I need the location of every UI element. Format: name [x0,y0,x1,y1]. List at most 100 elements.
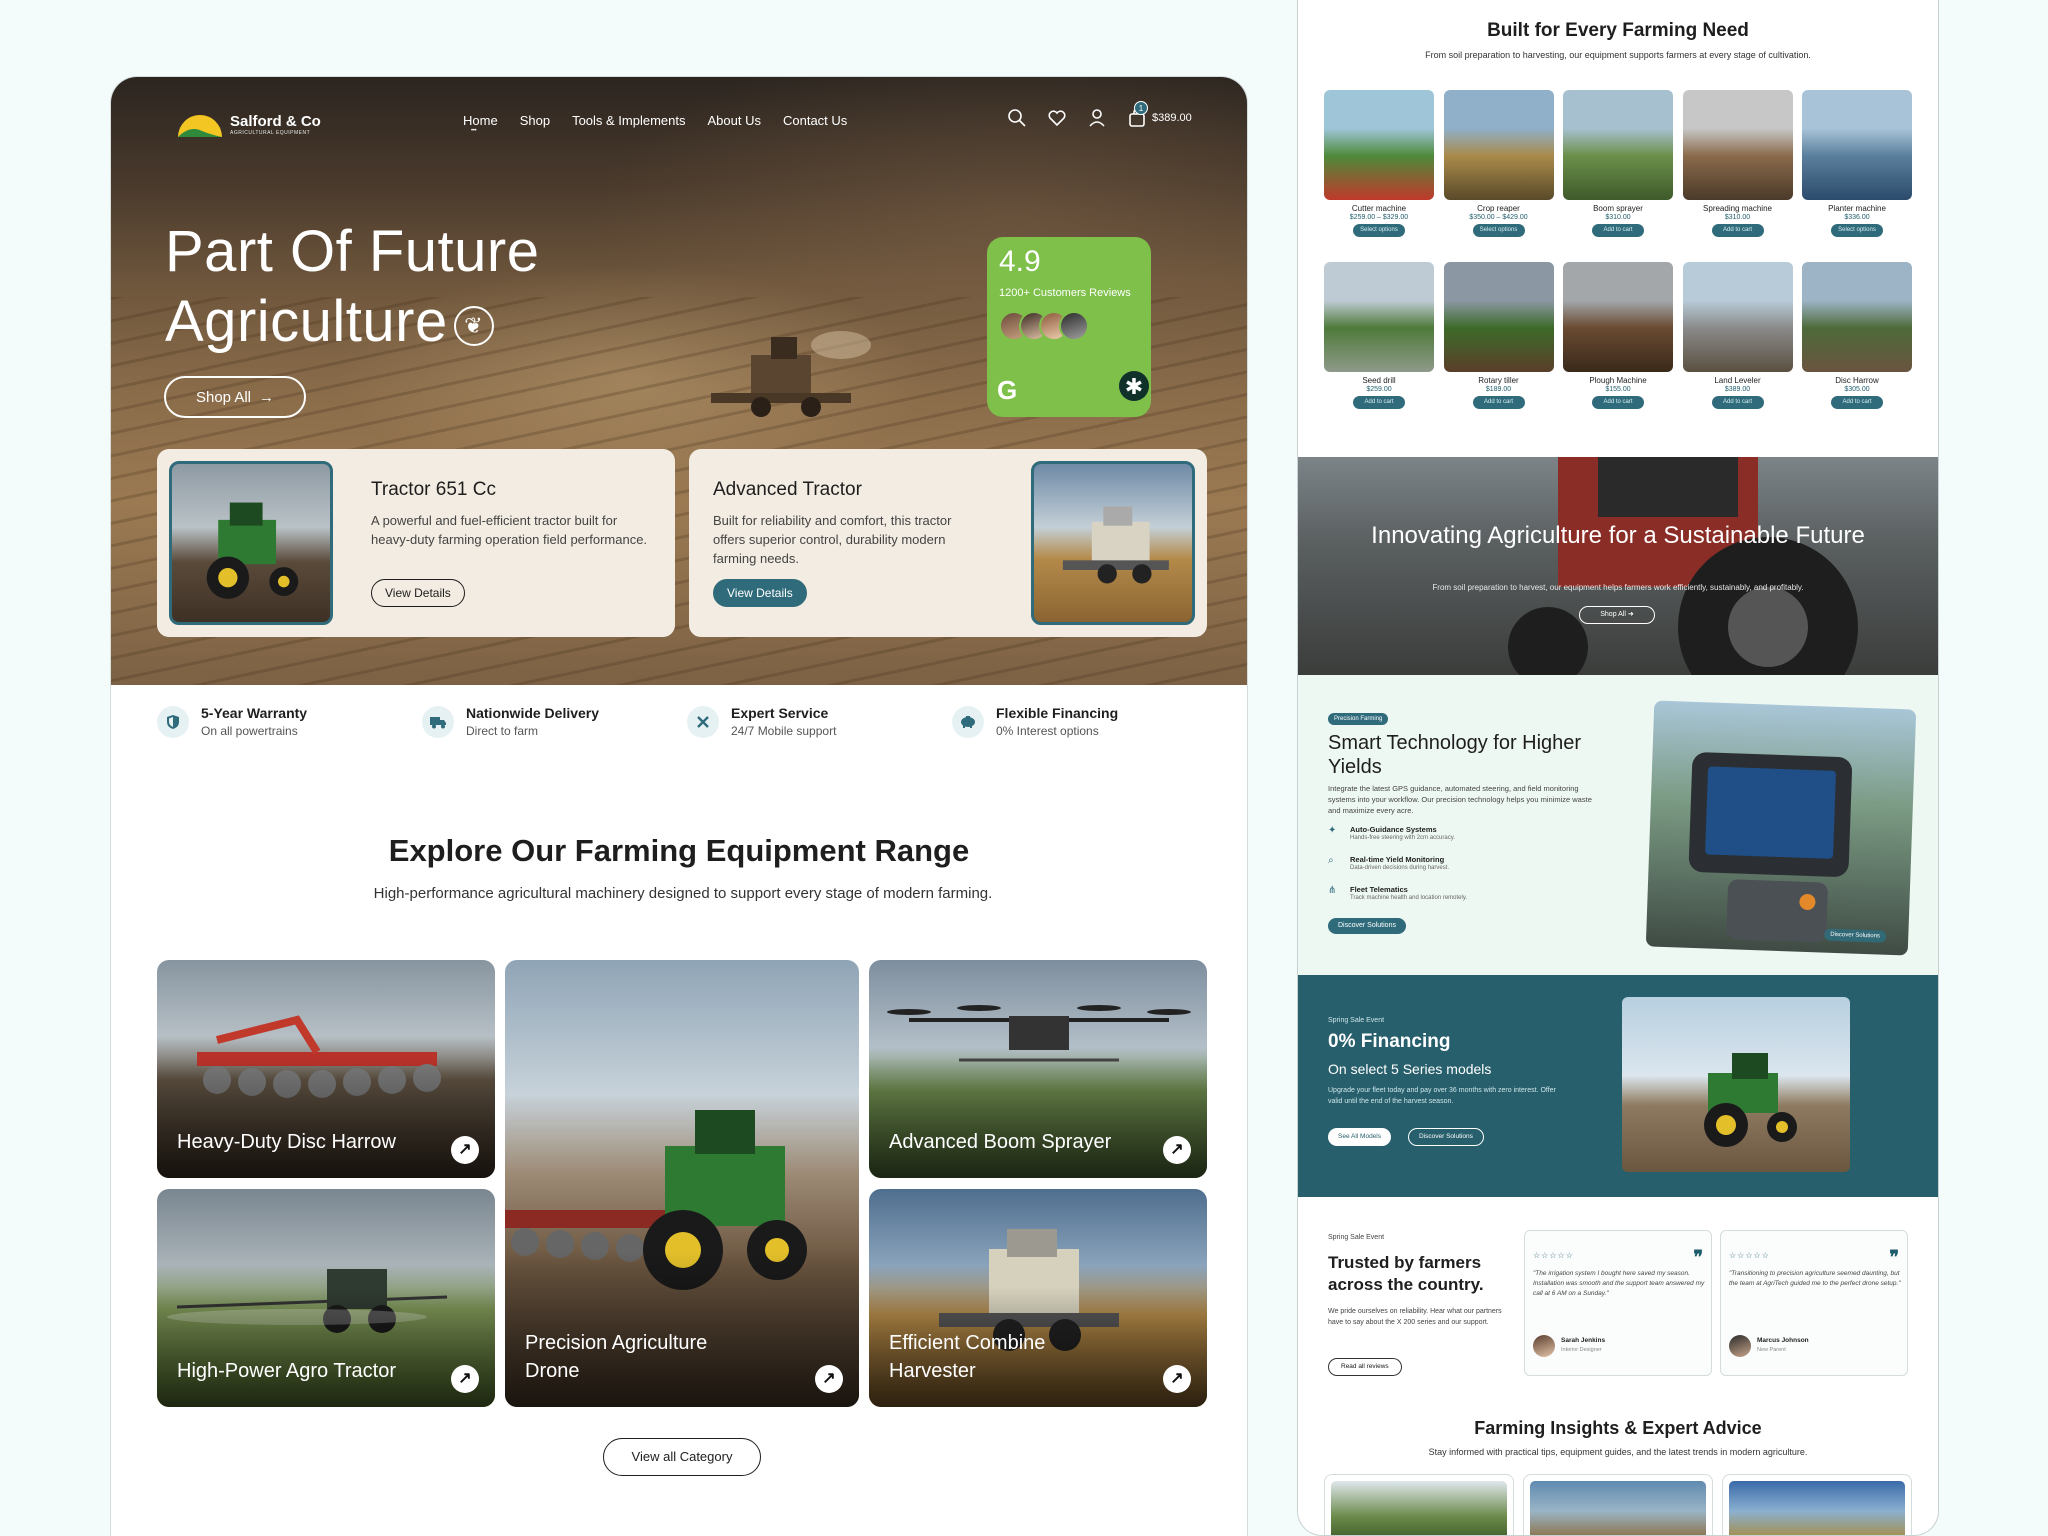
tools-icon [687,705,719,738]
product-action-button[interactable]: Select options [1831,224,1883,237]
product-tile[interactable]: Rotary tiller $189.00 Add to cart [1443,262,1554,409]
hero-title-line1: Part Of Future [165,219,540,284]
review-card: ☆☆☆☆☆ ❞ "Transitioning to precision agri… [1720,1230,1908,1376]
product-tile[interactable]: Crop reaper $350.00 – $429.00 Select optio… [1443,90,1554,237]
category-card-drone[interactable]: Precision Agriculture Drone ↗ [505,960,859,1407]
user-icon[interactable] [1086,107,1108,129]
reviewer-role: New Parent [1757,1347,1786,1353]
blog-card[interactable] [1722,1474,1912,1535]
product-action-button[interactable]: Add to cart [1592,396,1644,409]
see-all-models-button[interactable]: See All Models [1328,1128,1391,1146]
harvester-image [1031,461,1195,625]
arrow-circle-icon: ➜ [1627,611,1634,618]
product-action-button[interactable]: Add to cart [1472,396,1525,409]
product-title: Tractor 651 Cc [371,479,496,500]
tech-feature-title: Real-time Yield Monitoring [1350,855,1445,864]
product-price: $350.00 – $429.00 [1469,214,1528,221]
search-icon[interactable] [1006,107,1028,129]
tech-feature-telematics: ⋔ Fleet Telematics Track machine health a… [1328,885,1467,901]
feature-service: Expert Service 24/7 Mobile support [687,705,836,738]
category-label: Heavy-Duty Disc Harrow [177,1131,396,1153]
product-tile[interactable]: Disc Harrow $305.00 Add to cart [1802,262,1912,409]
insights-subtitle: Stay informed with practical tips, equip… [1428,1447,1808,1457]
product-tile[interactable]: Plough Machine $155.00 Add to cart [1563,262,1673,409]
product-tile[interactable]: Cutter machine $259.00 – $329.00 Select op… [1324,90,1434,237]
product-tile[interactable]: Planter machine $336.00 Select options [1802,90,1912,237]
arrow-up-right-icon[interactable]: ↗ [451,1365,479,1393]
category-label: Advanced Boom Sprayer [889,1131,1112,1153]
range-subtitle: High-performance agricultural machinery … [373,885,993,902]
nav-tools-implements[interactable]: Tools & Implements [572,113,685,128]
product-action-button[interactable]: Add to cart [1831,396,1883,409]
range-title: Explore Our Farming Equipment Range [388,833,970,868]
category-card-disc-harrow[interactable]: Heavy-Duty Disc Harrow ↗ [157,960,495,1178]
product-name: Rotary tiller [1478,376,1519,385]
cart-button[interactable]: 1 $389.00 [1126,101,1192,129]
product-action-button[interactable]: Add to cart [1592,224,1644,237]
trust-kicker: Spring Sale Event [1328,1234,1385,1241]
product-price: $310.00 [1724,214,1751,221]
arrow-up-right-icon[interactable]: ↗ [451,1136,479,1164]
product-name: Disc Harrow [1835,376,1879,385]
tech-feature-title: Auto-Guidance Systems [1350,825,1437,834]
product-price: $389.00 [1724,386,1751,393]
reviewer-name: Marcus Johnson [1757,1337,1809,1344]
product-action-button[interactable]: Add to cart [1353,396,1405,409]
product-action-button[interactable]: Select options [1353,224,1405,237]
banner-shop-all-button[interactable]: Shop All ➜ [1579,606,1655,624]
shop-all-button[interactable]: Shop All → [164,376,306,418]
product-tile[interactable]: Boom sprayer $310.00 Add to cart [1563,90,1673,237]
nav-about-us[interactable]: About Us [708,113,761,128]
heart-icon[interactable] [1046,107,1068,129]
arrow-up-right-icon[interactable]: ↗ [1163,1136,1191,1164]
product-action-button[interactable]: Select options [1472,224,1525,237]
discover-solutions-button[interactable]: Discover Solutions [1408,1128,1484,1146]
discover-solutions-button[interactable]: Discover Solutions [1328,918,1406,934]
feature-title: Flexible Financing [996,705,1119,721]
view-details-button[interactable]: View Details [713,579,807,607]
product-image [1563,262,1673,372]
product-image [1682,262,1793,372]
banner-subtitle: From soil preparation to harvest, our eq… [1432,583,1804,592]
blog-card[interactable] [1324,1474,1514,1535]
nav-home[interactable]: Home [463,113,498,134]
product-name: Seed drill [1362,376,1396,385]
precision-farming-tag: Precision Farming [1328,713,1389,725]
category-card-boom-sprayer[interactable]: Advanced Boom Sprayer ↗ [869,960,1207,1178]
product-tile[interactable]: Spreading machine $310.00 Add to cart [1682,90,1793,237]
homepage-frame: Salford & Co AGRICULTURAL EQUIPMENT Home… [111,77,1247,1536]
product-image [1563,90,1673,200]
sustainability-banner: Innovating Agriculture for a Sustainable… [1298,457,1938,675]
nav-shop[interactable]: Shop [520,113,550,128]
finance-kicker: Spring Sale Event [1328,1017,1385,1024]
brand-logo[interactable]: Salford & Co AGRICULTURAL EQUIPMENT [176,109,321,139]
nav-contact-us[interactable]: Contact Us [783,113,847,128]
banner-title: Innovating Agriculture for a Sustainable… [1371,522,1865,549]
view-details-button[interactable]: View Details [371,579,465,607]
category-label: Efficient Combine Harvester [889,1332,1046,1382]
finance-description: Upgrade your fleet today and pay over 36… [1328,1087,1556,1105]
hero-section: Salford & Co AGRICULTURAL EQUIPMENT Home… [111,77,1247,685]
product-name: Planter machine [1828,204,1886,213]
trust-title: Trusted by farmers across the country. [1328,1253,1484,1294]
tech-feature-sub: Hands-free steering with 2cm accuracy. [1350,835,1455,841]
category-card-agro-tractor[interactable]: High-Power Agro Tractor ↗ [157,1189,495,1407]
finance-title: 0% Financing [1328,1031,1451,1052]
product-tile[interactable]: Seed drill $259.00 Add to cart [1324,262,1434,409]
blog-card[interactable] [1523,1474,1713,1535]
read-all-reviews-button[interactable]: Read all reviews [1328,1358,1402,1376]
combine-harvester-image [711,331,871,417]
category-card-combine-harvester[interactable]: Efficient Combine Harvester ↗ [869,1189,1207,1407]
product-tile[interactable]: Land Leveler $389.00 Add to cart [1682,262,1793,409]
product-name: Cutter machine [1351,204,1407,213]
arrow-up-right-icon[interactable]: ↗ [815,1365,843,1393]
reviewer-name: Sarah Jenkins [1561,1337,1606,1344]
product-action-button[interactable]: Add to cart [1711,224,1764,237]
arrow-up-right-icon[interactable]: ↗ [1163,1365,1191,1393]
product-action-button[interactable]: Add to cart [1711,396,1764,409]
image-overlay [157,1058,495,1178]
rating-label: 1200+ Customers Reviews [999,287,1131,299]
product-card-tractor: Tractor 651 Cc A powerful and fuel-effic… [157,449,675,637]
view-all-category-button[interactable]: View all Category [603,1438,761,1476]
tech-feature-title: Fleet Telematics [1350,885,1408,894]
